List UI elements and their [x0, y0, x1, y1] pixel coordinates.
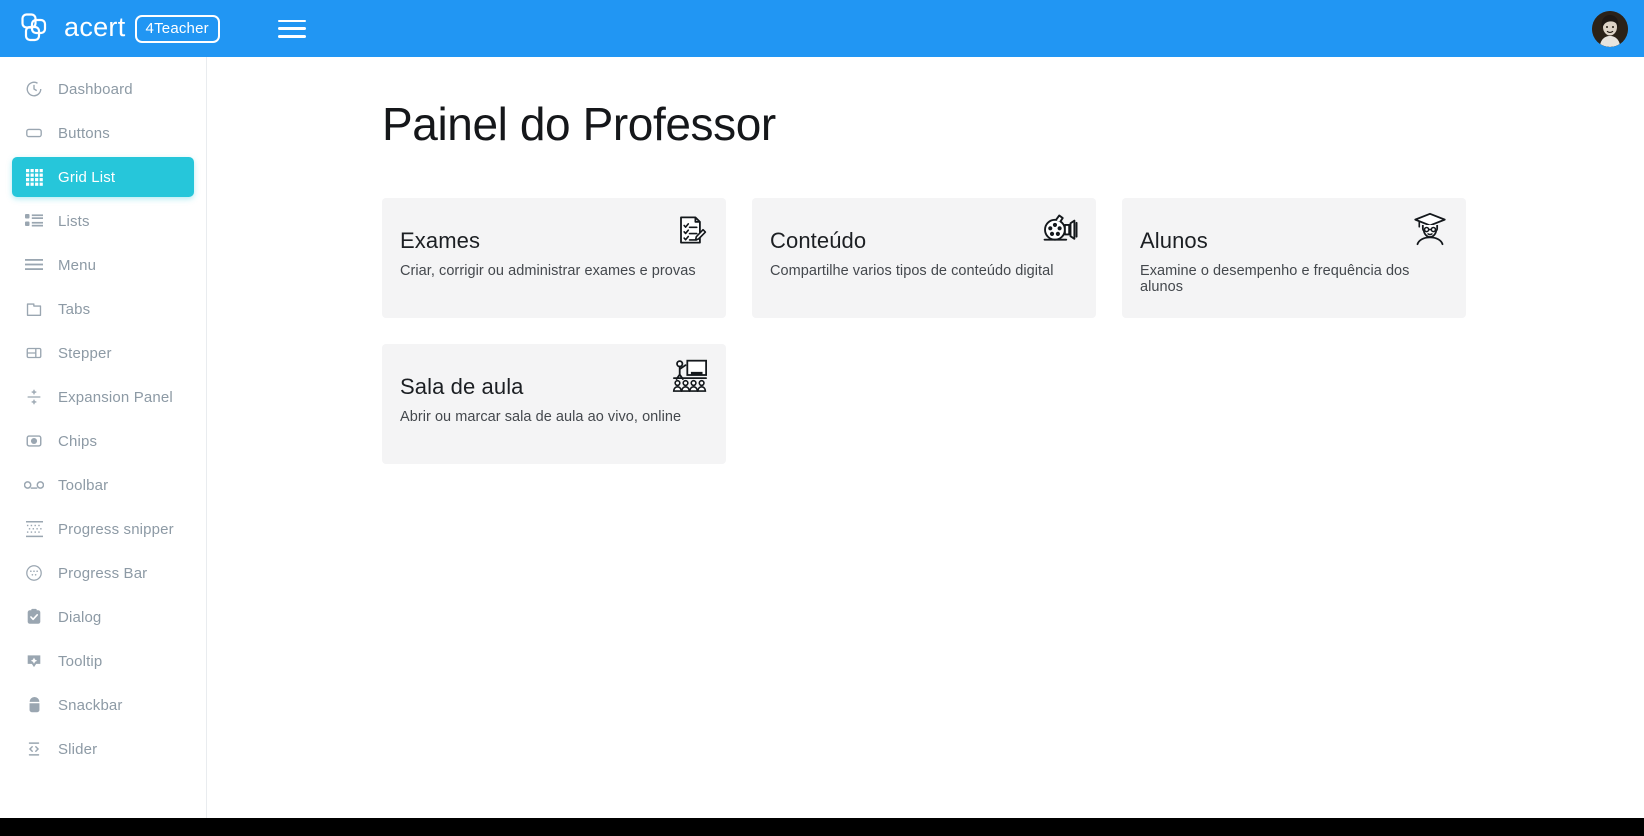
- card-conteudo[interactable]: Conteúdo Compartilhe varios tipos de con…: [752, 198, 1096, 318]
- card-title: Exames: [400, 228, 481, 253]
- sidebar-nav[interactable]: Dashboard Buttons Grid List Lists Menu T…: [0, 57, 207, 818]
- dialog-check-icon: [24, 607, 44, 627]
- sidebar-item-snackbar[interactable]: Snackbar: [12, 685, 194, 725]
- toolbar-icon: [24, 475, 44, 495]
- card-description: Compartilhe varios tipos de conteúdo dig…: [770, 263, 1054, 279]
- brand-logo[interactable]: acert 4Teacher: [20, 0, 220, 57]
- sidebar-item-label: Toolbar: [58, 476, 109, 494]
- grid-icon: [24, 167, 44, 187]
- card-title: Sala de aula: [400, 374, 524, 399]
- dashboard-card-grid: Exames Criar, corrigir ou administrar ex…: [382, 198, 1494, 464]
- card-description: Examine o desempenho e frequência dos al…: [1140, 263, 1410, 295]
- brand-name: acert: [64, 11, 126, 42]
- sidebar-item-toolbar[interactable]: Toolbar: [12, 465, 194, 505]
- slider-icon: [24, 739, 44, 759]
- hamburger-line: [277, 27, 306, 30]
- sidebar-item-progress-snipper[interactable]: Progress snipper: [12, 509, 194, 549]
- sidebar-item-expansion-panel[interactable]: Expansion Panel: [12, 377, 194, 417]
- sidebar-item-tabs[interactable]: Tabs: [12, 289, 194, 329]
- card-title: Alunos: [1140, 228, 1208, 253]
- sidebar-item-label: Stepper: [58, 344, 112, 362]
- snackbar-icon: [24, 695, 44, 715]
- sidebar-item-label: Progress snipper: [58, 520, 174, 538]
- graduate-student-icon: [1412, 212, 1450, 250]
- chip-icon: [24, 431, 44, 451]
- sidebar-item-buttons[interactable]: Buttons: [12, 113, 194, 153]
- sidebar-item-stepper[interactable]: Stepper: [12, 333, 194, 373]
- tooltip-icon: [24, 651, 44, 671]
- sidebar-item-label: Dialog: [58, 608, 102, 626]
- sidebar-item-menu[interactable]: Menu: [12, 245, 194, 285]
- sidebar-item-label: Grid List: [58, 168, 116, 186]
- sidebar-item-label: Lists: [58, 212, 90, 230]
- classroom-teacher-icon: [672, 358, 710, 396]
- avatar[interactable]: [1592, 10, 1628, 47]
- hamburger-icon[interactable]: [277, 17, 306, 41]
- card-description: Criar, corrigir ou administrar exames e …: [400, 263, 696, 279]
- button-icon: [24, 123, 44, 143]
- sidebar-item-label: Slider: [58, 740, 98, 758]
- sidebar-item-label: Dashboard: [58, 80, 133, 98]
- sidebar-item-chips[interactable]: Chips: [12, 421, 194, 461]
- card-title: Conteúdo: [770, 228, 867, 253]
- sidebar-item-dialog[interactable]: Dialog: [12, 597, 194, 637]
- sidebar-item-label: Snackbar: [58, 696, 123, 714]
- menu-lines-icon: [24, 255, 44, 275]
- clock-icon: [24, 79, 44, 99]
- card-sala-de-aula[interactable]: Sala de aula Abrir ou marcar sala de aul…: [382, 344, 726, 464]
- sidebar-item-label: Buttons: [58, 124, 110, 142]
- card-description: Abrir ou marcar sala de aula ao vivo, on…: [400, 409, 682, 425]
- sidebar-item-tooltip[interactable]: Tooltip: [12, 641, 194, 681]
- acert-logo-icon: [20, 12, 54, 46]
- app-root: acert 4Teacher Dashboard Buttons Grid Li…: [0, 0, 1644, 818]
- hamburger-line: [277, 19, 306, 23]
- film-projector-icon: [1042, 212, 1080, 250]
- card-alunos[interactable]: Alunos Examine o desempenho e frequência…: [1122, 198, 1466, 318]
- sidebar-item-label: Expansion Panel: [58, 388, 173, 406]
- sidebar-item-grid-list[interactable]: Grid List: [12, 157, 194, 197]
- expand-collapse-icon: [24, 387, 44, 407]
- tabs-icon: [24, 299, 44, 319]
- sidebar-item-progress-bar[interactable]: Progress Bar: [12, 553, 194, 593]
- checklist-clipboard-icon: [672, 212, 710, 250]
- sidebar-item-label: Chips: [58, 432, 98, 450]
- sidebar-item-label: Tooltip: [58, 652, 103, 670]
- card-exames[interactable]: Exames Criar, corrigir ou administrar ex…: [382, 198, 726, 318]
- stepper-icon: [24, 343, 44, 363]
- page-title: Painel do Professor: [382, 98, 776, 150]
- top-app-bar: acert 4Teacher: [0, 0, 1644, 57]
- list-icon: [24, 211, 44, 231]
- sidebar-item-label: Menu: [58, 256, 97, 274]
- sidebar-item-slider[interactable]: Slider: [12, 729, 194, 769]
- circle-dots-icon: [24, 563, 44, 583]
- main-content: Painel do Professor Exames Criar, corrig…: [208, 57, 1644, 818]
- hamburger-line: [277, 34, 306, 38]
- sidebar-item-lists[interactable]: Lists: [12, 201, 194, 241]
- dots-grid-icon: [24, 519, 44, 539]
- sidebar-item-label: Progress Bar: [58, 564, 148, 582]
- sidebar-item-label: Tabs: [58, 300, 91, 318]
- brand-badge: 4Teacher: [134, 14, 220, 43]
- sidebar-item-dashboard[interactable]: Dashboard: [12, 69, 194, 109]
